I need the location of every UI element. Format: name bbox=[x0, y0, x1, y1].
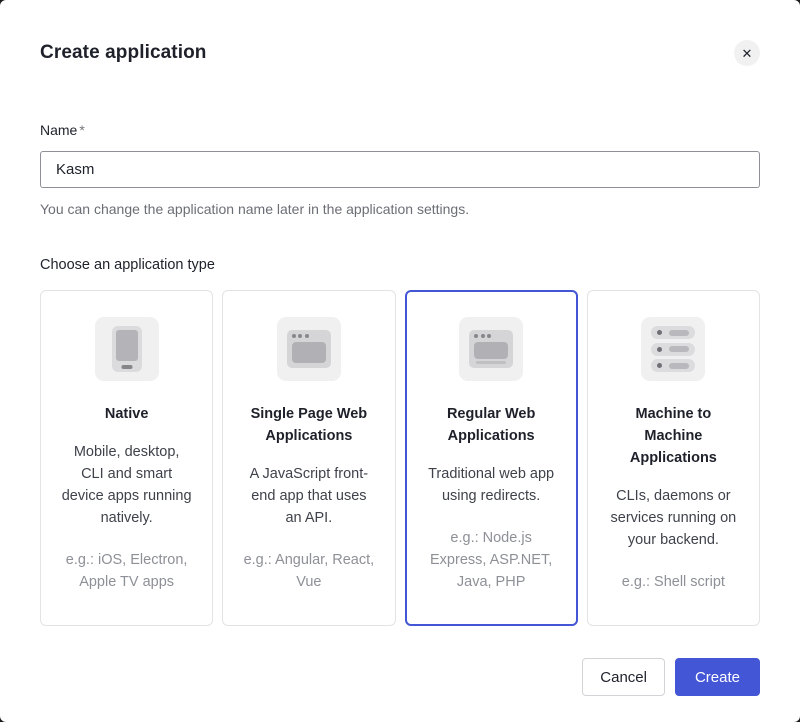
create-application-dialog: Create application ✕ Name* You can chang… bbox=[0, 0, 800, 722]
card-example: e.g.: Node.js Express, ASP.NET, Java, PH… bbox=[424, 527, 559, 593]
card-title: Regular Web Applications bbox=[427, 403, 555, 447]
dialog-footer: Cancel Create bbox=[40, 658, 760, 696]
browser-window-icon bbox=[459, 317, 523, 381]
dialog-header: Create application ✕ bbox=[40, 40, 760, 66]
card-example: e.g.: iOS, Electron, Apple TV apps bbox=[59, 549, 194, 593]
browser-window-icon bbox=[277, 317, 341, 381]
application-name-input[interactable] bbox=[40, 151, 760, 188]
card-example: e.g.: Angular, React, Vue bbox=[241, 549, 376, 593]
name-field-label: Name* bbox=[40, 122, 760, 138]
card-single-page-web-applications[interactable]: Single Page Web Applications A JavaScrip… bbox=[222, 290, 395, 626]
create-button[interactable]: Create bbox=[675, 658, 760, 696]
mobile-phone-icon bbox=[95, 317, 159, 381]
name-helper-text: You can change the application name late… bbox=[40, 201, 760, 217]
required-marker: * bbox=[79, 122, 84, 138]
dialog-title: Create application bbox=[40, 40, 207, 64]
card-description: Mobile, desktop, CLI and smart device ap… bbox=[61, 441, 193, 529]
card-example: e.g.: Shell script bbox=[622, 571, 725, 593]
card-title: Single Page Web Applications bbox=[245, 403, 373, 447]
card-description: A JavaScript front-end app that uses an … bbox=[243, 463, 375, 529]
close-icon: ✕ bbox=[742, 47, 753, 60]
application-type-section: Choose an application type Native Mobile… bbox=[40, 257, 760, 626]
name-field-block: Name* You can change the application nam… bbox=[40, 122, 760, 217]
card-machine-to-machine-applications[interactable]: Machine to Machine Applications CLIs, da… bbox=[587, 290, 760, 626]
card-regular-web-applications[interactable]: Regular Web Applications Traditional web… bbox=[405, 290, 578, 626]
server-stack-icon bbox=[641, 317, 705, 381]
application-type-label: Choose an application type bbox=[40, 257, 760, 273]
card-native[interactable]: Native Mobile, desktop, CLI and smart de… bbox=[40, 290, 213, 626]
card-title: Native bbox=[105, 403, 149, 425]
card-description: CLIs, daemons or services running on you… bbox=[607, 485, 739, 551]
application-type-cards: Native Mobile, desktop, CLI and smart de… bbox=[40, 290, 760, 626]
card-title: Machine to Machine Applications bbox=[609, 403, 737, 469]
close-button[interactable]: ✕ bbox=[734, 40, 760, 66]
cancel-button[interactable]: Cancel bbox=[582, 658, 665, 696]
card-description: Traditional web app using redirects. bbox=[425, 463, 557, 507]
